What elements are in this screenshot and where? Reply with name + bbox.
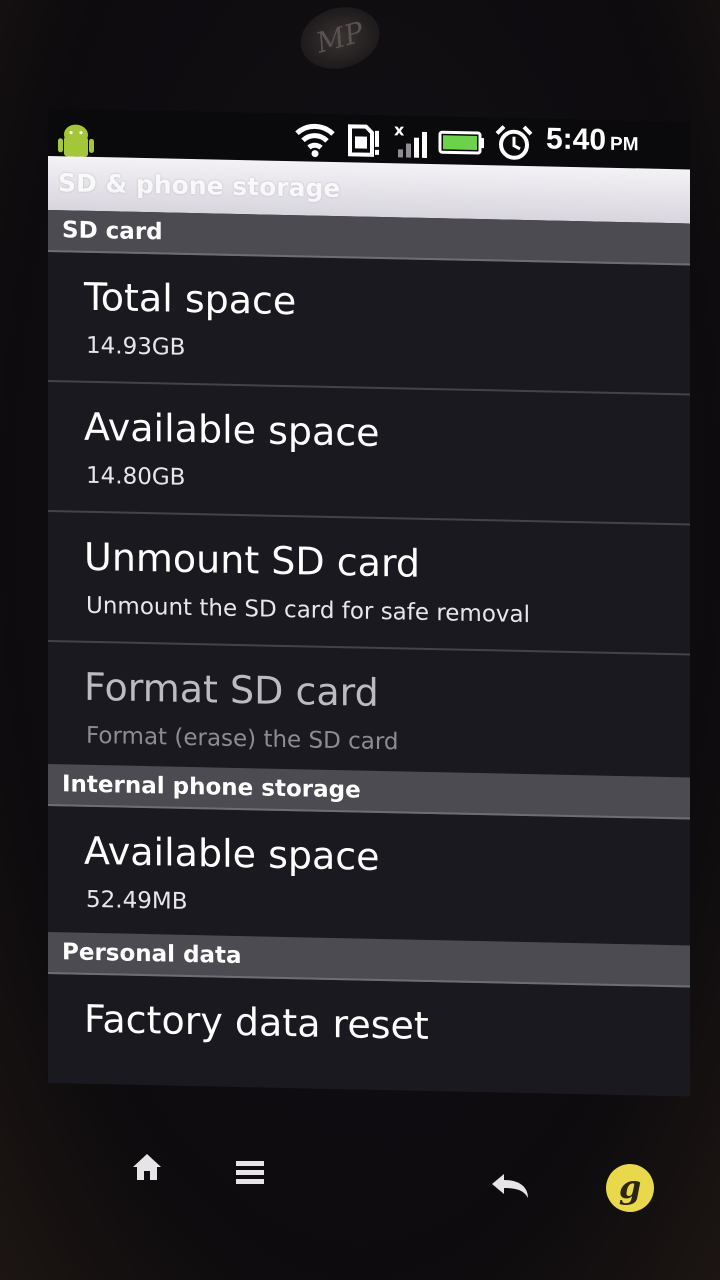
setting-available-space-internal[interactable]: Available space 52.49MB [48, 806, 690, 945]
setting-summary: Format (erase) the SD card [86, 722, 399, 756]
setting-format-sd-card[interactable]: Format SD card Format (erase) the SD car… [48, 642, 690, 777]
setting-title: Format SD card [84, 664, 379, 715]
setting-title: Available space [84, 404, 380, 455]
settings-list: SD card Total space 14.93GB Available sp… [48, 210, 690, 1067]
signal-icon: x [394, 121, 427, 158]
setting-available-space-sd[interactable]: Available space 14.80GB [48, 382, 690, 526]
setting-summary: Unmount the SD card for safe removal [86, 592, 530, 629]
device-logo: MP [293, 0, 387, 78]
search-g-icon[interactable]: g [606, 1164, 654, 1212]
setting-unmount-sd-card[interactable]: Unmount SD card Unmount the SD card for … [48, 512, 690, 656]
setting-title: Total space [84, 274, 297, 324]
setting-summary: 52.49MB [86, 886, 188, 915]
clock-ampm: PM [610, 133, 639, 156]
alarm-icon [495, 125, 533, 160]
wifi-icon [295, 123, 335, 158]
screen: x 5:40 PM SD & phone storage SD card Tot… [48, 108, 690, 1097]
sd-card-icon [348, 124, 379, 157]
phone-body: MP x 5:40 PM SD & phone storage SD card … [0, 0, 720, 1280]
svg-text:x: x [394, 121, 405, 139]
home-icon[interactable] [130, 1150, 164, 1184]
page-title: SD & phone storage [58, 168, 341, 204]
setting-title: Available space [84, 828, 380, 879]
back-icon[interactable] [488, 1170, 532, 1200]
setting-factory-data-reset[interactable]: Factory data reset [48, 974, 690, 1067]
setting-total-space[interactable]: Total space 14.93GB [48, 252, 690, 396]
status-clock: 5:40 PM [546, 122, 639, 158]
setting-summary: 14.93GB [86, 332, 186, 361]
menu-icon[interactable] [234, 1156, 266, 1188]
setting-summary: 14.80GB [86, 462, 186, 491]
battery-icon [438, 130, 484, 155]
clock-time: 5:40 [546, 122, 607, 157]
setting-title: Factory data reset [84, 996, 429, 1048]
setting-title: Unmount SD card [84, 534, 421, 586]
